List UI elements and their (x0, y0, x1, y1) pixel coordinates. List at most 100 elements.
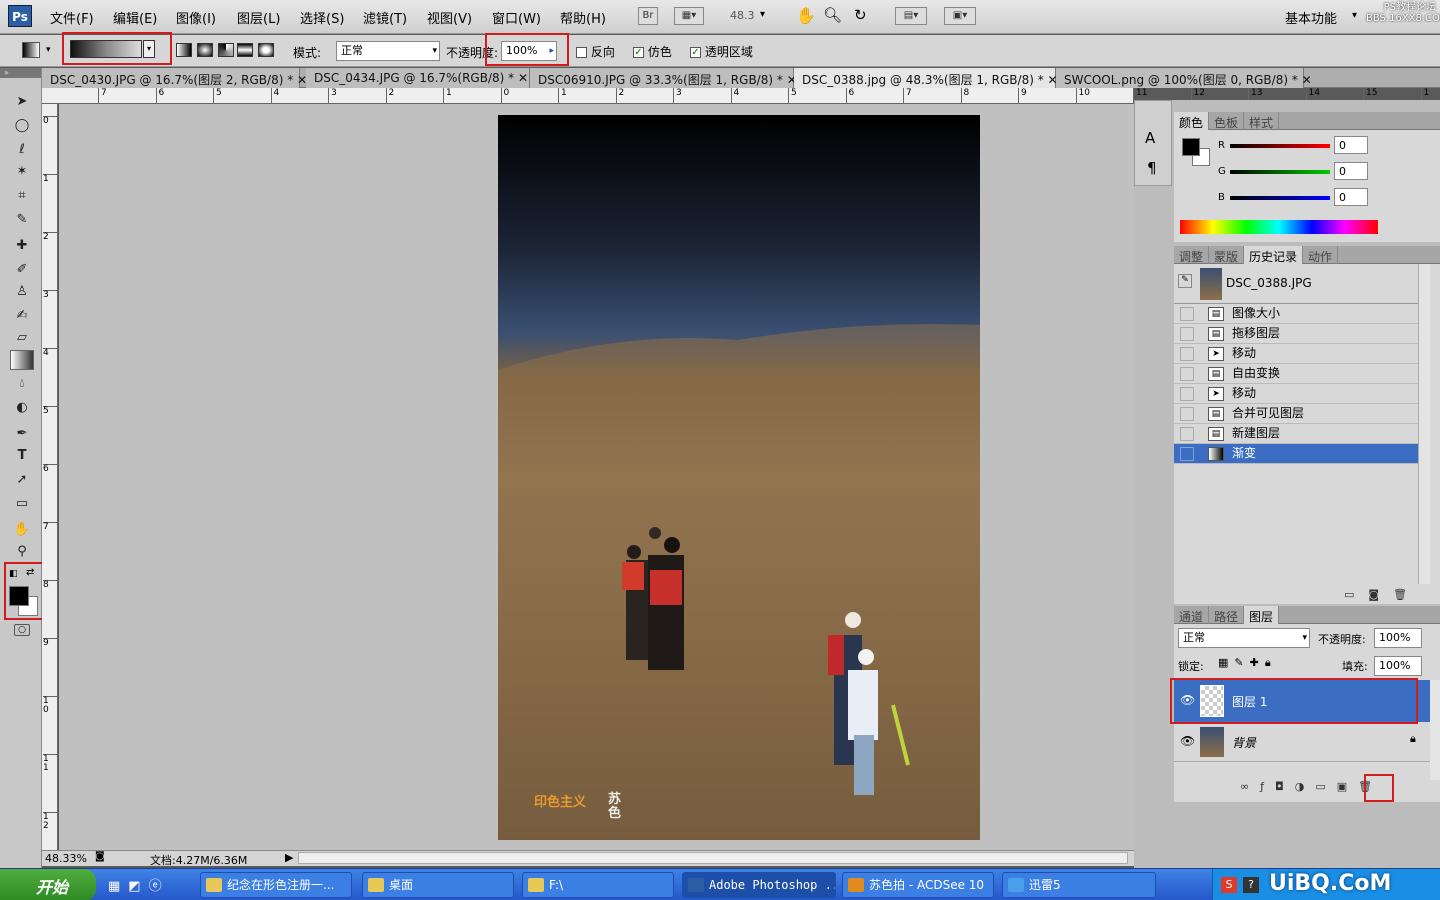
tab-layers[interactable]: 图层 (1244, 606, 1280, 624)
blend-mode-select[interactable]: 正常 ▾ (1178, 628, 1310, 648)
transparency-option[interactable]: ✓ 透明区域 (690, 43, 753, 60)
help-icon[interactable]: ? (1243, 877, 1259, 893)
zoom-level[interactable]: 48.3 (730, 9, 755, 22)
quick-launch-icon[interactable]: ▦ (108, 879, 128, 894)
healing-brush-tool-icon[interactable]: ✚ (10, 236, 34, 256)
diamond-gradient-icon[interactable] (258, 43, 274, 57)
layer-style-fx-icon[interactable]: ƒ (1260, 780, 1275, 793)
path-selection-tool-icon[interactable]: ➚ (10, 470, 34, 490)
opacity-input[interactable]: 100% ▸ (501, 41, 557, 61)
arrange-documents-icon[interactable]: ▤▾ (895, 7, 927, 25)
paragraph-panel-icon[interactable]: ¶ (1147, 159, 1157, 177)
red-slider[interactable] (1230, 144, 1330, 148)
close-icon[interactable]: ✕ (518, 71, 528, 85)
swap-colors-icon[interactable]: ⇄ (26, 567, 34, 578)
transparency-checkbox[interactable]: ✓ (690, 47, 701, 58)
gradient-dropdown-icon[interactable]: ▾ (143, 40, 155, 58)
foreground-color-swatch[interactable] (9, 586, 29, 606)
document-canvas[interactable]: 印色主义 苏色 (498, 115, 980, 840)
reverse-checkbox[interactable] (576, 47, 587, 58)
new-layer-icon[interactable]: ▣ (1337, 780, 1358, 793)
lock-transparency-icon[interactable]: ▦ (1218, 656, 1234, 669)
layer-visibility-eye-icon[interactable]: 👁︎ (1180, 734, 1195, 748)
add-mask-icon[interactable]: ◘ (1275, 780, 1295, 793)
quick-launch-icon[interactable]: ◩ (128, 879, 148, 894)
menu-file[interactable]: 文件(F) (50, 8, 94, 27)
hand-tool-icon[interactable]: ✋ (796, 6, 816, 25)
history-item[interactable]: ▤ 图像大小 (1174, 304, 1418, 324)
tab-paths[interactable]: 路径 (1209, 606, 1245, 624)
green-slider[interactable] (1230, 170, 1330, 174)
type-tool-icon[interactable]: T (10, 446, 34, 466)
toolbar-collapse-icon[interactable]: » (0, 68, 41, 78)
start-button[interactable]: 开始 (0, 869, 96, 900)
pen-tool-icon[interactable]: ✒ (10, 424, 34, 444)
taskbar-item[interactable]: 苏色拍 - ACDSee 10 (842, 872, 994, 898)
history-item[interactable]: ▤ 合并可见图层 (1174, 404, 1418, 424)
taskbar-item[interactable]: F:\ (522, 872, 674, 898)
tab-doc-5[interactable]: SWCOOL.png @ 100%(图层 0, RGB/8) * ✕ (1056, 68, 1312, 88)
eraser-tool-icon[interactable]: ▱ (10, 328, 34, 348)
default-colors-icon[interactable]: ◧ (9, 569, 18, 579)
dither-option[interactable]: ✓ 仿色 (633, 43, 672, 60)
tab-doc-active[interactable]: DSC_0388.jpg @ 48.3%(图层 1, RGB/8) * ✕ (794, 68, 1058, 88)
blur-tool-icon[interactable]: 💧︎ (10, 374, 34, 394)
screen-mode-icon[interactable]: ▣▾ (944, 7, 976, 25)
close-icon[interactable]: ✕ (1302, 73, 1312, 87)
menu-image[interactable]: 图像(I) (176, 8, 216, 27)
new-group-icon[interactable]: ▭ (1315, 780, 1336, 793)
history-scrollbar[interactable] (1418, 264, 1430, 584)
angle-gradient-icon[interactable] (218, 43, 234, 57)
lock-all-icon[interactable]: 🔒︎ (1265, 656, 1277, 669)
horizontal-scrollbar[interactable] (298, 852, 1128, 864)
history-brush-tool-icon[interactable]: ✍ (10, 306, 34, 326)
lasso-tool-icon[interactable]: ℓ (10, 140, 34, 160)
tool-preset-icon[interactable] (22, 42, 40, 58)
tab-swatches[interactable]: 色板 (1209, 112, 1245, 130)
blue-input[interactable]: 0 (1334, 188, 1368, 206)
link-layers-icon[interactable]: ∞ (1240, 780, 1260, 793)
taskbar-item[interactable]: 迅雷5 (1002, 872, 1156, 898)
delete-icon[interactable]: 🗑︎ (1393, 588, 1421, 601)
taskbar-item-active[interactable]: Adobe Photoshop ... (682, 872, 836, 898)
tab-history[interactable]: 历史记录 (1244, 246, 1304, 264)
history-item[interactable]: ➤ 移动 (1174, 344, 1418, 364)
quick-mask-icon[interactable]: ○ (14, 624, 30, 636)
hand-tool-panel-icon[interactable]: ✋ (10, 520, 34, 540)
taskbar-item[interactable]: 纪念在形色注册一... (200, 872, 352, 898)
history-item[interactable]: ▤ 新建图层 (1174, 424, 1418, 444)
adjustment-layer-icon[interactable]: ◑ (1295, 780, 1316, 793)
gradient-picker[interactable] (70, 40, 142, 58)
mode-select[interactable]: 正常 ▾ (336, 41, 440, 61)
linear-gradient-icon[interactable] (176, 43, 192, 57)
shape-tool-icon[interactable]: ▭ (10, 494, 34, 514)
menu-select[interactable]: 选择(S) (300, 8, 344, 27)
panel-fg-color-swatch[interactable] (1182, 138, 1200, 156)
history-item[interactable]: ▤ 自由变换 (1174, 364, 1418, 384)
status-menu-icon[interactable]: ▶ (285, 851, 293, 864)
tab-actions[interactable]: 动作 (1303, 246, 1339, 264)
snapshot-brush-icon[interactable]: ✎ (1178, 274, 1192, 288)
zoom-tool-icon[interactable]: 🔍︎ (823, 6, 842, 24)
status-icon[interactable]: ◙ (95, 851, 105, 862)
zoom-tool-panel-icon[interactable]: ⚲ (10, 542, 34, 562)
blue-slider[interactable] (1230, 196, 1330, 200)
zoom-dropdown-icon[interactable]: ▾ (760, 9, 765, 20)
crop-tool-icon[interactable]: ⌗ (10, 186, 34, 206)
workspace-switcher[interactable]: 基本功能 (1285, 8, 1337, 27)
reflected-gradient-icon[interactable] (237, 43, 253, 57)
reverse-option[interactable]: 反向 (576, 43, 615, 60)
new-document-from-state-icon[interactable]: ▭ (1344, 588, 1368, 601)
view-extras-icon[interactable]: ▦▾ (674, 7, 704, 25)
marquee-tool-icon[interactable]: ◯ (10, 116, 34, 136)
history-item-selected[interactable]: 渐变 (1174, 444, 1418, 464)
menu-filter[interactable]: 滤镜(T) (363, 8, 407, 27)
magic-wand-tool-icon[interactable]: ✶ (10, 162, 34, 182)
tab-color[interactable]: 颜色 (1174, 112, 1210, 130)
history-item[interactable]: ▤ 拖移图层 (1174, 324, 1418, 344)
menu-layer[interactable]: 图层(L) (237, 8, 280, 27)
menu-edit[interactable]: 编辑(E) (113, 8, 157, 27)
tool-preset-dropdown-icon[interactable]: ▾ (46, 45, 51, 55)
ime-icon[interactable]: S (1221, 877, 1237, 893)
move-tool-icon[interactable]: ➤ (10, 92, 34, 112)
